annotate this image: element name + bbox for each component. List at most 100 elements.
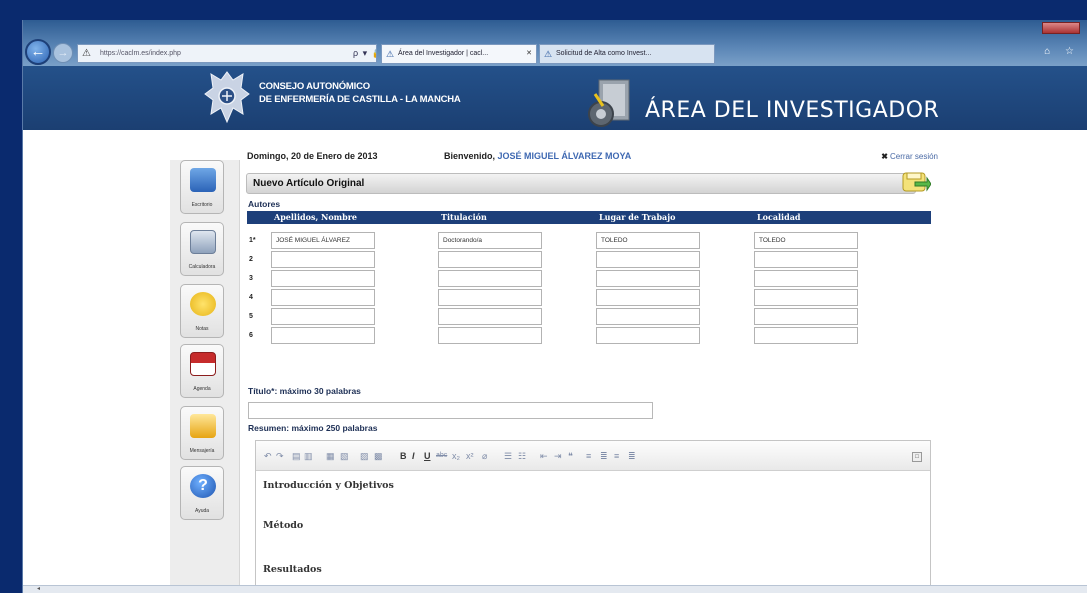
sidebar-item-label: Calculadora xyxy=(188,264,216,270)
paste-icon[interactable]: ▤ xyxy=(292,450,301,462)
author-degree-input[interactable] xyxy=(438,289,542,306)
row-number: 3 xyxy=(249,275,253,282)
author-degree-input[interactable] xyxy=(438,251,542,268)
select-all-icon[interactable]: ▨ xyxy=(360,450,369,462)
sidebar-item-ayuda[interactable]: ? Ayuda xyxy=(180,466,224,520)
forward-arrow-icon[interactable]: → xyxy=(53,43,73,63)
author-name-input[interactable] xyxy=(271,289,375,306)
undo-icon[interactable]: ↶ xyxy=(264,450,272,462)
sidebar: Escritorio Calculadora Notas Agenda Mens… xyxy=(170,160,240,593)
replace-icon[interactable]: ▧ xyxy=(340,450,349,462)
author-name-input[interactable] xyxy=(271,270,375,287)
italic-button[interactable]: I xyxy=(412,450,415,462)
author-degree-input[interactable]: Doctorando/a xyxy=(438,232,542,249)
tab-label: Solicitud de Alta como Invest... xyxy=(556,50,652,57)
align-right-icon[interactable]: ≡ xyxy=(614,450,619,462)
find-icon[interactable]: ▦ xyxy=(326,450,335,462)
form-title: Nuevo Artículo Original xyxy=(253,178,365,189)
browser-toolbar: ← → ⚠ https://caclm.es/index.php ρ ▾ 🔒 ☐… xyxy=(23,20,1087,66)
bulleted-list-icon[interactable]: ☷ xyxy=(518,450,526,462)
save-article-icon[interactable] xyxy=(899,170,931,196)
author-degree-input[interactable] xyxy=(438,308,542,325)
bold-button[interactable]: B xyxy=(400,450,407,462)
area-title: ÁREA DEL INVESTIGADOR xyxy=(645,98,940,123)
row-number: 4 xyxy=(249,294,253,301)
calendar-icon xyxy=(190,352,216,376)
sidebar-item-calculadora[interactable]: Calculadora xyxy=(180,222,224,276)
researcher-area-icon xyxy=(588,79,630,127)
blockquote-icon[interactable]: ❝ xyxy=(568,450,573,462)
sidebar-item-agenda[interactable]: Agenda xyxy=(180,344,224,398)
author-workplace-input[interactable] xyxy=(596,308,700,325)
tab-solicitud-alta[interactable]: ⚠ Solicitud de Alta como Invest... xyxy=(539,44,715,64)
editor-heading-intro: Introducción y Objetivos xyxy=(263,480,394,491)
underline-button[interactable]: U xyxy=(424,450,431,462)
author-degree-input[interactable] xyxy=(438,270,542,287)
paste-text-icon[interactable]: ▥ xyxy=(304,450,313,462)
home-favorites-icons[interactable]: ⌂ ☆ xyxy=(1044,46,1080,57)
window-close-button[interactable] xyxy=(1042,22,1080,34)
sidebar-item-notas[interactable]: Notas xyxy=(180,284,224,338)
author-name-input[interactable] xyxy=(271,251,375,268)
author-workplace-input[interactable]: TOLEDO xyxy=(596,232,700,249)
address-tools-icons[interactable]: ρ ▾ 🔒 ☐ ⟳ ✕ xyxy=(353,45,376,62)
messages-icon xyxy=(190,414,216,438)
editor-toolbar: ↶ ↷ ▤ ▥ ▦ ▧ ▨ ▩ B I U abc x₂ x² ⌀ ☰ ☷ ⇤ … xyxy=(256,441,930,471)
author-name-input[interactable] xyxy=(271,308,375,325)
title-input[interactable] xyxy=(248,402,653,419)
author-city-input[interactable] xyxy=(754,308,858,325)
column-header-city: Localidad xyxy=(757,212,801,222)
numbered-list-icon[interactable]: ☰ xyxy=(504,450,512,462)
calculator-icon xyxy=(190,230,216,254)
align-center-icon[interactable]: ≣ xyxy=(600,450,608,462)
tab-area-investigador[interactable]: ⚠ Área del Investigador | cacl... ✕ xyxy=(381,44,537,64)
remove-format-icon[interactable]: ⌀ xyxy=(482,450,487,462)
tab-label: Área del Investigador | cacl... xyxy=(398,50,489,57)
sidebar-item-mensajeria[interactable]: Mensajería xyxy=(180,406,224,460)
org-name-line2: DE ENFERMERÍA DE CASTILLA - LA MANCHA xyxy=(259,94,461,105)
subscript-button[interactable]: x₂ xyxy=(452,450,460,462)
summary-editor[interactable]: ↶ ↷ ▤ ▥ ▦ ▧ ▨ ▩ B I U abc x₂ x² ⌀ ☰ ☷ ⇤ … xyxy=(255,440,931,593)
close-icon: ✖ xyxy=(881,152,888,161)
outdent-icon[interactable]: ⇤ xyxy=(540,450,548,462)
author-workplace-input[interactable] xyxy=(596,327,700,344)
author-city-input[interactable] xyxy=(754,289,858,306)
author-name-input[interactable]: JOSÉ MIGUEL ÁLVAREZ xyxy=(271,232,375,249)
author-workplace-input[interactable] xyxy=(596,289,700,306)
tab-site-icon: ⚠ xyxy=(544,49,553,59)
column-header-name: Apellidos, Nombre xyxy=(274,212,358,222)
spellcheck-icon[interactable]: ▩ xyxy=(374,450,383,462)
maximize-icon[interactable]: □ xyxy=(912,452,922,462)
author-name-input[interactable] xyxy=(271,327,375,344)
main-content: Domingo, 20 de Enero de 2013 Bienvenido,… xyxy=(241,148,938,593)
author-degree-input[interactable] xyxy=(438,327,542,344)
tab-close-icon[interactable]: ✕ xyxy=(526,45,532,63)
author-workplace-input[interactable] xyxy=(596,251,700,268)
author-city-input[interactable] xyxy=(754,270,858,287)
status-bar: ◂ xyxy=(23,585,1087,593)
indent-icon[interactable]: ⇥ xyxy=(554,450,562,462)
author-city-input[interactable] xyxy=(754,251,858,268)
column-header-degree: Titulación xyxy=(441,212,487,222)
author-workplace-input[interactable] xyxy=(596,270,700,287)
strikethrough-button[interactable]: abc xyxy=(436,450,447,462)
align-left-icon[interactable]: ≡ xyxy=(586,450,591,462)
sidebar-item-label: Agenda xyxy=(193,386,211,392)
redo-icon[interactable]: ↷ xyxy=(276,450,284,462)
editor-heading-method: Método xyxy=(263,520,304,531)
welcome-prefix: Bienvenido, xyxy=(444,151,498,161)
superscript-button[interactable]: x² xyxy=(466,450,474,462)
align-justify-icon[interactable]: ≣ xyxy=(628,450,636,462)
row-number: 6 xyxy=(249,332,253,339)
address-bar[interactable]: ⚠ https://caclm.es/index.php ρ ▾ 🔒 ☐ ⟳ ✕ xyxy=(77,44,377,63)
author-city-input[interactable] xyxy=(754,327,858,344)
sidebar-item-escritorio[interactable]: Escritorio xyxy=(180,160,224,214)
author-city-input[interactable]: TOLEDO xyxy=(754,232,858,249)
logout-link[interactable]: ✖ Cerrar sesión xyxy=(881,152,938,161)
back-arrow-icon[interactable]: ← xyxy=(25,39,51,65)
title-field-label: Título*: máximo 30 palabras xyxy=(248,386,361,396)
column-header-workplace: Lugar de Trabajo xyxy=(599,212,676,222)
editor-heading-results: Resultados xyxy=(263,564,322,575)
scroll-left-icon[interactable]: ◂ xyxy=(37,586,45,592)
help-icon: ? xyxy=(190,474,216,498)
